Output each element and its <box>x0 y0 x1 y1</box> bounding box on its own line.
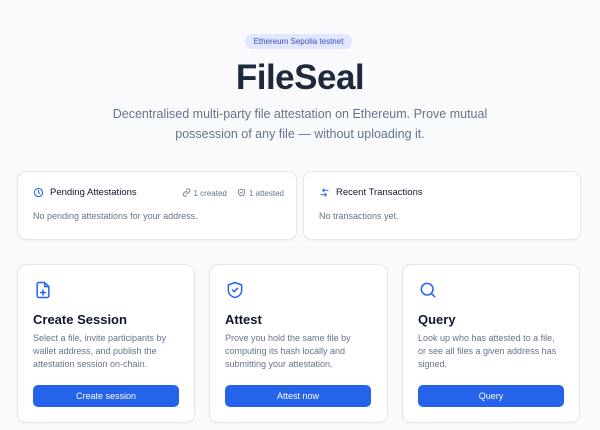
query-card: Query Look up who has attested to a file… <box>402 264 580 423</box>
page-title: FileSeal <box>235 58 365 97</box>
pending-attestations-stats: 1 created 1 attested <box>182 188 284 199</box>
attest-card: Attest Prove you hold the same file by c… <box>209 264 388 423</box>
attested-count-label: 1 attested <box>248 189 284 198</box>
recent-transactions-title: Recent Transactions <box>336 187 423 198</box>
recent-transactions-header: Recent Transactions <box>319 187 423 198</box>
attested-count: 1 attested <box>237 188 284 199</box>
create-session-card: Create Session Select a file, invite par… <box>17 264 195 423</box>
recent-transactions-empty: No transactions yet. <box>319 211 399 221</box>
pending-attestations-title: Pending Attestations <box>50 187 137 198</box>
pending-attestations-header: Pending Attestations <box>33 187 137 198</box>
attest-title: Attest <box>225 312 262 327</box>
attest-now-button[interactable]: Attest now <box>225 385 371 407</box>
query-description: Look up who has attested to a file, or s… <box>418 333 557 369</box>
created-count: 1 created <box>182 188 227 199</box>
create-session-description: Select a file, invite participants by wa… <box>33 333 167 369</box>
file-plus-icon <box>33 280 53 305</box>
created-count-label: 1 created <box>193 189 227 198</box>
query-title: Query <box>418 312 456 327</box>
create-session-button[interactable]: Create session <box>33 385 179 407</box>
link-icon <box>182 188 191 199</box>
pending-attestations-card: Pending Attestations 1 created 1 atteste… <box>17 171 297 240</box>
shield-icon <box>237 188 246 199</box>
recent-transactions-card: Recent Transactions No transactions yet. <box>303 171 581 240</box>
page-subtitle: Decentralised multi-party file attestati… <box>112 107 488 141</box>
transactions-icon <box>319 187 330 198</box>
shield-check-icon <box>225 280 245 305</box>
attest-description: Prove you hold the same file by computin… <box>225 333 351 369</box>
clock-icon <box>33 187 44 198</box>
query-button[interactable]: Query <box>418 385 564 407</box>
search-icon <box>418 280 438 305</box>
create-session-title: Create Session <box>33 312 127 327</box>
pending-attestations-empty: No pending attestations for your address… <box>33 211 198 221</box>
network-badge: Ethereum Sepolia testnet <box>245 34 352 49</box>
